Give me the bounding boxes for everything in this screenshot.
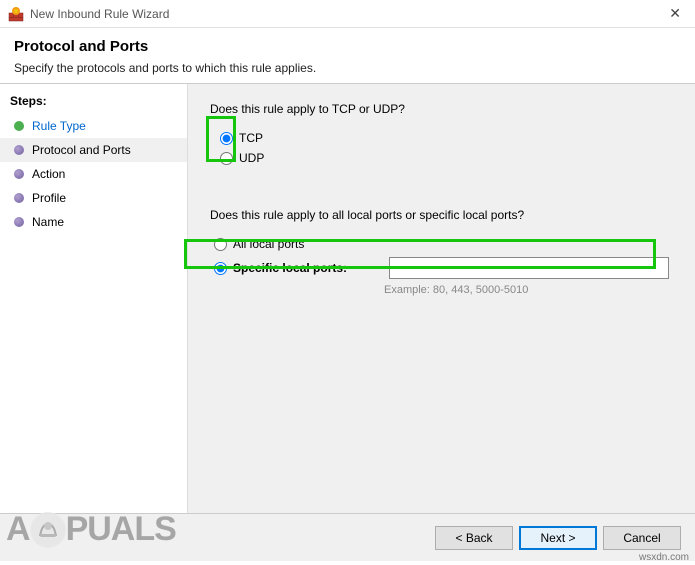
step-label: Profile [32,191,66,205]
step-label: Name [32,215,64,229]
step-protocol-and-ports[interactable]: Protocol and Ports [0,138,187,162]
step-rule-type[interactable]: Rule Type [0,114,187,138]
step-profile[interactable]: Profile [0,186,187,210]
all-ports-label[interactable]: All local ports [233,237,304,251]
step-bullet-icon [14,121,24,131]
step-bullet-icon [14,169,24,179]
page-subtitle: Specify the protocols and ports to which… [14,61,681,75]
wizard-header: Protocol and Ports Specify the protocols… [0,28,695,83]
udp-radio[interactable] [220,152,233,165]
ports-example-text: Example: 80, 443, 5000-5010 [384,284,673,296]
ports-question: Does this rule apply to all local ports … [210,208,673,222]
back-button[interactable]: < Back [435,526,513,550]
firewall-icon [8,6,24,22]
tcp-label[interactable]: TCP [239,131,263,145]
main-panel: Does this rule apply to TCP or UDP? TCP … [188,84,695,513]
cancel-button[interactable]: Cancel [603,526,681,550]
specific-ports-radio[interactable] [214,262,227,275]
window-title: New Inbound Rule Wizard [30,7,663,21]
all-ports-radio[interactable] [214,238,227,251]
specific-ports-label[interactable]: Specific local ports: [233,261,383,275]
specific-ports-input[interactable] [389,257,669,279]
steps-heading: Steps: [0,90,187,114]
page-title: Protocol and Ports [14,38,681,55]
step-bullet-icon [14,217,24,227]
step-bullet-icon [14,193,24,203]
step-label: Action [32,167,65,181]
close-icon[interactable]: ✕ [663,5,687,22]
step-bullet-icon [14,145,24,155]
next-button[interactable]: Next > [519,526,597,550]
step-action[interactable]: Action [0,162,187,186]
step-label: Rule Type [32,119,86,133]
steps-sidebar: Steps: Rule Type Protocol and Ports Acti… [0,84,188,513]
protocol-question: Does this rule apply to TCP or UDP? [210,102,673,116]
wizard-footer: < Back Next > Cancel [0,513,695,561]
step-label: Protocol and Ports [32,143,131,157]
udp-label[interactable]: UDP [239,151,264,165]
step-name[interactable]: Name [0,210,187,234]
titlebar: New Inbound Rule Wizard ✕ [0,0,695,28]
tcp-radio[interactable] [220,132,233,145]
